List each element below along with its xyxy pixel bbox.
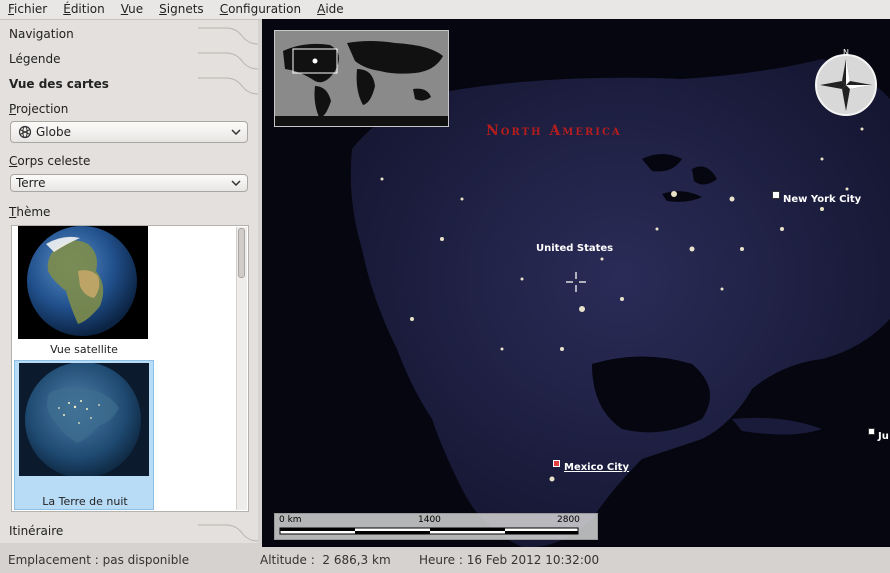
theme-night-earth[interactable]: La Terre de nuit [14,360,154,510]
compass-rose[interactable]: N [814,47,878,120]
overview-world-map[interactable] [274,30,449,127]
section-navigation-label: Navigation [9,27,74,41]
menu-aide[interactable]: Aide [309,0,352,19]
status-location: Emplacement : pas disponible [8,553,190,567]
section-legend[interactable]: Légende [0,47,258,71]
celestial-body-label: Corps celeste [9,154,91,168]
section-route[interactable]: Itinéraire [0,519,258,543]
globe-icon [18,125,32,139]
celestial-body-select[interactable]: Terre [10,174,248,192]
status-altitude: Altitude : 2 686,3 km [260,553,391,567]
section-map-view[interactable]: Vue des cartes [0,72,258,96]
theme-caption: La Terre de nuit [42,495,128,508]
scrollbar-thumb[interactable] [238,228,245,278]
status-bar: Emplacement : pas disponible Altitude : … [0,547,890,573]
city-marker-icon [553,460,560,467]
scale-bar: 0 km 1400 2800 [274,513,598,540]
world-map-thumbnail [275,31,448,126]
scale-label-mid: 1400 [418,515,441,525]
city-marker-icon [868,428,875,435]
section-map-view-label: Vue des cartes [9,77,109,91]
section-route-label: Itinéraire [9,524,64,538]
chevron-down-icon [231,129,241,135]
menu-fichier[interactable]: Fichier [0,0,55,19]
crosshair-icon [566,272,586,292]
menu-signets[interactable]: Signets [151,0,212,19]
place-label-us[interactable]: United States [536,243,613,254]
theme-caption: Vue satellite [50,343,118,356]
map-view[interactable]: N North America United States New York C… [262,19,890,547]
svg-text:N: N [843,48,849,57]
night-globe-thumbnail [19,362,149,478]
satellite-globe-thumbnail [18,226,148,339]
menu-bar: Fichier Édition Vue Signets Configuratio… [0,0,890,20]
theme-list[interactable]: Vue satellite La Terre de nuit [11,225,249,512]
section-legend-label: Légende [9,52,61,66]
theme-label: Thème [9,205,51,219]
projection-value: Globe [36,125,71,139]
city-marker-icon [772,191,780,199]
status-time: Heure : 16 Feb 2012 10:32:00 [419,553,600,567]
place-label-nyc[interactable]: New York City [783,194,861,205]
chevron-down-icon [231,180,241,186]
scale-ruler [279,527,579,535]
scale-label-start: 0 km [279,515,302,525]
menu-configuration[interactable]: Configuration [212,0,309,19]
projection-label: Projection [9,102,69,116]
celestial-body-value: Terre [16,176,46,190]
side-panel: Navigation Légende Vue des cartes Projec… [0,20,258,543]
scale-label-end: 2800 [557,515,580,525]
menu-edition[interactable]: Édition [55,0,113,19]
menu-vue[interactable]: Vue [113,0,151,19]
place-label-mexico-city[interactable]: Mexico City [564,462,629,473]
section-tab-curve-icon [198,77,258,95]
region-label-north-america: North America [486,123,622,139]
projection-select[interactable]: Globe [10,121,248,143]
theme-list-scrollbar[interactable] [236,227,247,510]
section-tab-curve-icon [198,27,258,45]
section-tab-curve-icon [198,52,258,70]
compass-icon: N [815,48,877,116]
section-navigation[interactable]: Navigation [0,22,258,46]
section-tab-curve-icon [198,524,258,542]
place-label-partial[interactable]: Ju [878,431,889,442]
theme-satellite[interactable]: Vue satellite [14,226,154,358]
